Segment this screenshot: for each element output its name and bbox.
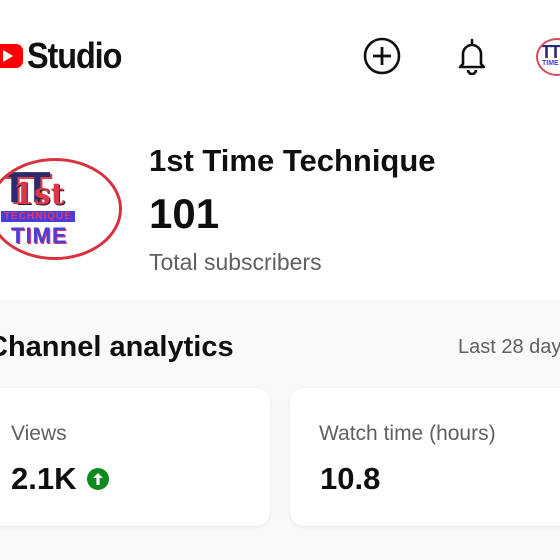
youtube-studio-logo[interactable]: Studio	[0, 34, 132, 78]
youtube-logo-icon	[0, 42, 23, 70]
avatar-text-time: TIME	[11, 223, 68, 248]
avatar-small-time: TIME	[542, 60, 559, 67]
watch-time-value: 10.8	[320, 461, 381, 496]
views-label: Views	[11, 422, 67, 445]
views-value-row: 2.1K	[11, 461, 110, 497]
top-app-bar: Studio TT TIME	[0, 0, 560, 110]
account-avatar[interactable]: TT TIME	[536, 38, 560, 76]
subscriber-label: Total subscribers	[149, 249, 322, 275]
channel-summary: TT 1st TECHNIQUE TIME 1st Time Technique…	[0, 110, 560, 300]
views-card[interactable]: Views 2.1K	[0, 388, 270, 526]
views-value: 2.1K	[11, 461, 77, 496]
watch-time-label: Watch time (hours)	[319, 422, 496, 445]
watch-time-value-row: 10.8	[320, 461, 380, 497]
analytics-section-title: Channel analytics	[0, 331, 234, 363]
avatar-text-technique: TECHNIQUE	[1, 211, 75, 222]
bell-icon	[458, 38, 486, 75]
trend-up-icon	[87, 468, 110, 490]
date-range-label: Last 28 days	[458, 336, 560, 358]
avatar-text-1st: 1st	[13, 177, 65, 212]
app-name: Studio	[27, 35, 122, 76]
watch-time-card[interactable]: Watch time (hours) 10.8	[290, 388, 560, 526]
notifications-button[interactable]	[450, 34, 494, 78]
create-button[interactable]	[360, 34, 404, 78]
channel-avatar[interactable]: TT 1st TECHNIQUE TIME	[0, 158, 122, 260]
add-circle-icon	[363, 37, 401, 75]
subscriber-count: 101	[149, 190, 220, 237]
channel-name: 1st Time Technique	[149, 143, 436, 178]
